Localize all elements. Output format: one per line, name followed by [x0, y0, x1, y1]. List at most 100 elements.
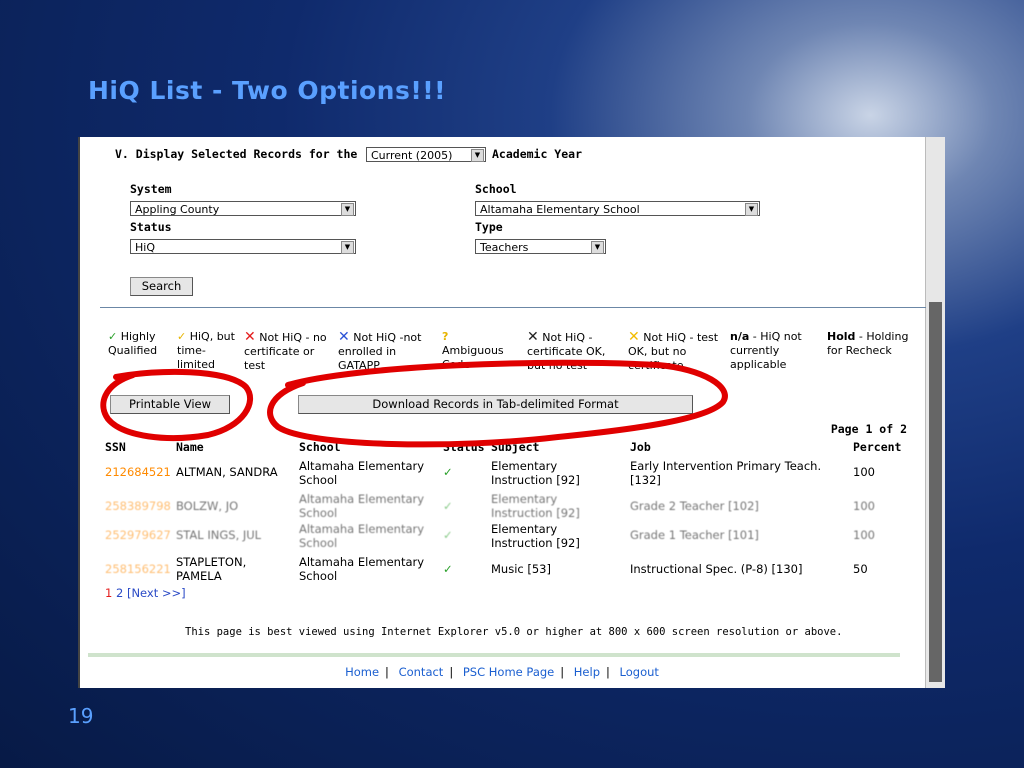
- legend-item: ✓ HiQ, but time-limited: [177, 330, 241, 370]
- footer-contact-link[interactable]: Contact: [399, 665, 444, 679]
- download-tab-delimited-button[interactable]: Download Records in Tab-delimited Format: [298, 395, 693, 414]
- legend-item: ✕ Not HiQ - test OK, but no certificate: [628, 330, 726, 370]
- check-yellow-icon: ✓: [177, 330, 187, 343]
- type-select[interactable]: Teachers ▼: [475, 239, 606, 254]
- section-title: V. Display Selected Records for the: [115, 147, 358, 161]
- row3-subject: Elementary Instruction [92]: [491, 522, 580, 550]
- row3-name: STAL INGS, JUL: [176, 528, 262, 542]
- col-ssn: SSN: [105, 440, 126, 454]
- row2-subject: Elementary Instruction [92]: [491, 492, 580, 520]
- row2-school: Altamaha Elementary School: [299, 492, 425, 520]
- x-dark-icon: ✕: [527, 330, 539, 345]
- legend-item: ? Ambiguous Code: [442, 330, 518, 370]
- row4-job: Instructional Spec. (P-8) [130]: [630, 562, 803, 576]
- check-green-icon: ✓: [443, 562, 453, 576]
- footer-nav: Home | Contact | PSC Home Page | Help | Logo…: [345, 665, 659, 679]
- chevron-down-icon[interactable]: ▼: [745, 203, 758, 216]
- year-select-value: Current (2005): [371, 149, 453, 162]
- browser-note: This page is best viewed using Internet …: [185, 626, 843, 638]
- row4-school: Altamaha Elementary School: [299, 555, 425, 583]
- next-page-link[interactable]: [Next >>]: [127, 586, 186, 600]
- search-button[interactable]: Search: [130, 277, 193, 296]
- footer-psc-home-link[interactable]: PSC Home Page: [463, 665, 554, 679]
- slide-title: HiQ List - Two Options!!!: [88, 76, 447, 105]
- page-2-link[interactable]: 2: [116, 586, 123, 600]
- legend-item: n/a - HiQ not currently applicable: [730, 330, 824, 370]
- row4-ssn[interactable]: 258156221: [105, 562, 171, 576]
- row2-percent: 100: [853, 499, 875, 513]
- page-current: 1: [105, 586, 113, 600]
- footer-home-link[interactable]: Home: [345, 665, 379, 679]
- question-yellow-icon: ?: [442, 330, 449, 343]
- x-blue-icon: ✕: [338, 330, 350, 345]
- school-select-value: Altamaha Elementary School: [480, 203, 640, 216]
- row3-job: Grade 1 Teacher [101]: [630, 528, 759, 542]
- chevron-down-icon[interactable]: ▼: [471, 149, 484, 162]
- system-select[interactable]: Appling County ▼: [130, 201, 356, 216]
- row1-name: ALTMAN, SANDRA: [176, 465, 278, 479]
- divider: [100, 307, 926, 308]
- col-subject: Subject: [491, 440, 540, 454]
- school-select[interactable]: Altamaha Elementary School ▼: [475, 201, 760, 216]
- window-edge: [78, 137, 80, 688]
- x-yellow-icon: ✕: [628, 330, 640, 345]
- col-name: Name: [176, 440, 204, 454]
- row4-subject: Music [53]: [491, 562, 551, 576]
- system-select-value: Appling County: [135, 203, 220, 216]
- legend-text: Ambiguous Code: [442, 344, 504, 370]
- legend-text: HiQ, but time-limited: [177, 330, 235, 370]
- legend-bold: n/a: [730, 330, 750, 343]
- col-school: School: [299, 440, 341, 454]
- check-green-icon: ✓: [443, 499, 453, 513]
- row3-ssn[interactable]: 252979627: [105, 528, 171, 542]
- col-job: Job: [630, 440, 651, 454]
- slide-number: 19: [68, 704, 94, 728]
- check-green-icon: ✓: [108, 330, 118, 343]
- page-info: Page 1 of 2: [830, 422, 907, 436]
- pagination: 1 2 [Next >>]: [105, 586, 186, 600]
- vertical-scrollbar[interactable]: [925, 137, 945, 688]
- row2-ssn[interactable]: 258389798: [105, 499, 171, 513]
- row4-percent: 50: [853, 562, 868, 576]
- status-select[interactable]: HiQ ▼: [130, 239, 356, 254]
- row2-name: BOLZW, JO: [176, 499, 239, 513]
- check-green-icon: ✓: [443, 528, 453, 542]
- footer-logout-link[interactable]: Logout: [620, 665, 659, 679]
- status-select-value: HiQ: [135, 241, 155, 254]
- screenshot-panel: V. Display Selected Records for the Curr…: [78, 137, 945, 688]
- year-select[interactable]: Current (2005) ▼: [366, 147, 486, 162]
- chevron-down-icon[interactable]: ▼: [591, 241, 604, 254]
- row1-subject: Elementary Instruction [92]: [491, 459, 580, 487]
- row1-job: Early Intervention Primary Teach. [132]: [630, 459, 822, 487]
- row1-school: Altamaha Elementary School: [299, 459, 425, 487]
- legend-bold: Hold: [827, 330, 856, 343]
- type-label: Type: [475, 220, 503, 234]
- legend-item: ✕ Not HiQ - certificate OK, but no test: [527, 330, 623, 370]
- check-green-icon: ✓: [443, 465, 453, 479]
- row1-ssn[interactable]: 212684521: [105, 465, 171, 479]
- row2-job: Grade 2 Teacher [102]: [630, 499, 759, 513]
- legend-text: Not HiQ - test OK, but no certificate: [628, 331, 719, 370]
- legend-text: Not HiQ - no certificate or test: [244, 331, 327, 370]
- type-select-value: Teachers: [480, 241, 529, 254]
- col-percent: Percent: [853, 440, 902, 454]
- x-red-icon: ✕: [244, 330, 256, 345]
- legend-item: ✓ Highly Qualified: [108, 330, 174, 370]
- school-label: School: [475, 182, 517, 196]
- row3-percent: 100: [853, 528, 875, 542]
- row1-percent: 100: [853, 465, 875, 479]
- printable-view-button[interactable]: Printable View: [110, 395, 230, 414]
- legend-item: Hold - Holding for Recheck: [827, 330, 917, 370]
- system-label: System: [130, 182, 172, 196]
- year-suffix: Academic Year: [492, 147, 583, 161]
- footer-divider: [88, 653, 900, 657]
- footer-help-link[interactable]: Help: [574, 665, 600, 679]
- chevron-down-icon[interactable]: ▼: [341, 241, 354, 254]
- legend-item: ✕ Not HiQ - no certificate or test: [244, 330, 332, 370]
- legend-text: Not HiQ - certificate OK, but no test: [527, 331, 606, 370]
- status-label: Status: [130, 220, 172, 234]
- row3-school: Altamaha Elementary School: [299, 522, 425, 550]
- chevron-down-icon[interactable]: ▼: [341, 203, 354, 216]
- legend-text: Not HiQ -not enrolled in GATAPP: [338, 331, 422, 370]
- scrollbar-track[interactable]: [929, 302, 942, 682]
